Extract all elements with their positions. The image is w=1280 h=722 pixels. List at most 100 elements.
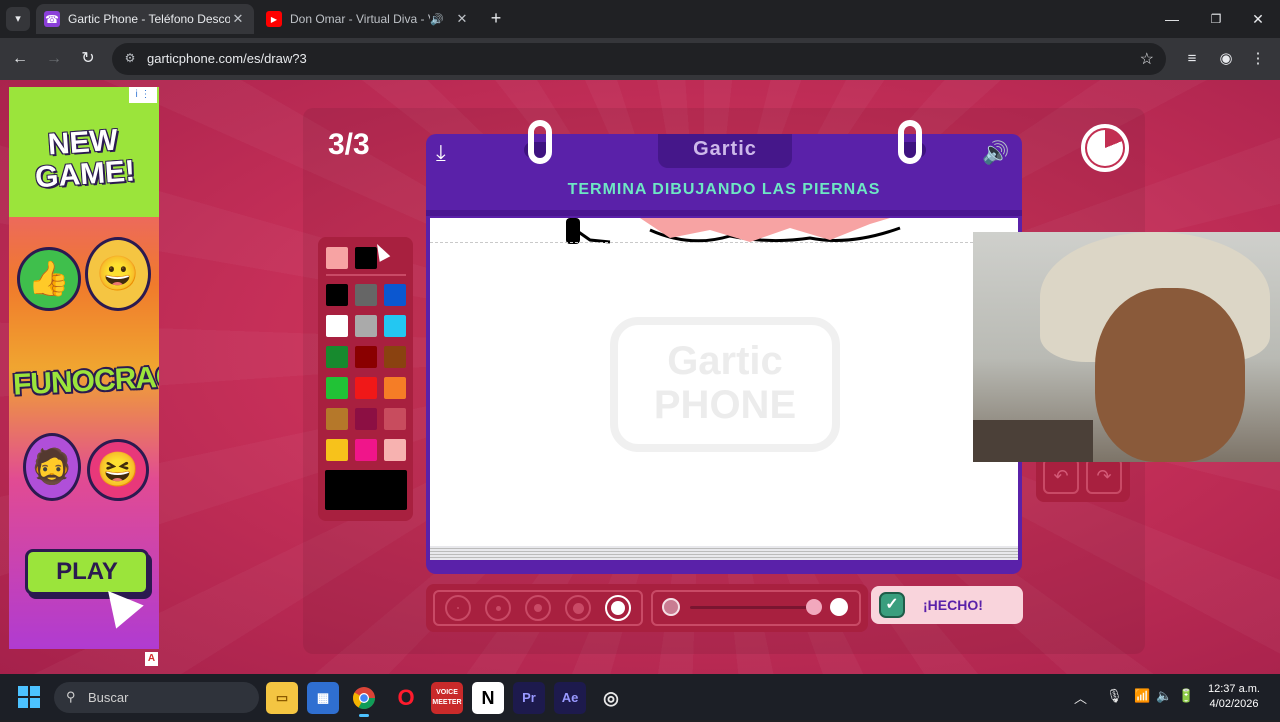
speaker-icon[interactable]: 🔊 <box>430 13 444 26</box>
thumbs-up-icon: 👍 <box>17 247 81 311</box>
opacity-slider-thumb[interactable] <box>805 599 822 615</box>
color-swatch[interactable] <box>326 346 348 368</box>
advertisement[interactable]: NEW GAME! 👍 😀 FUNOCRACY 🧔 😆 PLAY <box>9 87 159 649</box>
color-swatch[interactable] <box>326 408 348 430</box>
tab-search-button[interactable]: ▾ <box>6 7 30 31</box>
color-swatch[interactable] <box>355 315 377 337</box>
low-opacity-icon <box>662 598 680 616</box>
brush-size-dot-icon <box>495 605 501 611</box>
reload-button[interactable]: ↻ <box>76 47 100 71</box>
tab-gartic-phone[interactable]: ☎ Gartic Phone - Teléfono Descor ✕ <box>36 4 254 34</box>
clock-date: 4/02/2026 <box>1209 698 1259 710</box>
tab-title: Don Omar - Virtual Diva - V <box>290 12 431 26</box>
notion-icon[interactable]: N <box>472 682 504 714</box>
bookmark-star-icon[interactable]: ☆ <box>1140 49 1154 69</box>
opera-icon[interactable]: O <box>390 682 422 714</box>
close-window-button[interactable]: ✕ <box>1236 6 1280 32</box>
drawing-instruction: TERMINA DIBUJANDO LAS PIERNAS <box>567 181 881 198</box>
site-settings-icon[interactable]: ⚙ <box>122 51 138 67</box>
search-icon: ⚲ <box>66 689 76 704</box>
recent-color-swatch[interactable] <box>326 247 348 269</box>
brush-size-option[interactable] <box>485 595 511 621</box>
color-swatch[interactable] <box>384 408 406 430</box>
undo-icon[interactable]: ↶ <box>1043 458 1079 494</box>
done-button[interactable]: ✓ ¡HECHO! <box>871 586 1023 624</box>
ad-play-button[interactable]: PLAY <box>25 549 149 595</box>
taskbar-search[interactable]: ⚲ Buscar <box>54 682 259 713</box>
full-opacity-icon <box>830 598 848 616</box>
youtube-favicon-icon: ▶ <box>266 11 282 27</box>
forward-button[interactable]: → <box>42 47 66 71</box>
show-hidden-icons[interactable]: ︿ <box>1074 688 1087 707</box>
color-swatch[interactable] <box>355 346 377 368</box>
binder-ring-icon <box>898 120 922 164</box>
url-text: garticphone.com/es/draw?3 <box>147 51 307 66</box>
tab-youtube[interactable]: ▶ Don Omar - Virtual Diva - V 🔊 ✕ <box>258 4 478 34</box>
menu-icon[interactable]: ⋮ <box>1246 47 1270 71</box>
restore-button[interactable]: ❐ <box>1194 6 1238 32</box>
brush-size-option[interactable] <box>565 595 591 621</box>
back-button[interactable]: ← <box>8 47 32 71</box>
media-controls-icon[interactable]: ≡ <box>1180 47 1204 71</box>
obs-icon[interactable]: ◎ <box>595 682 627 714</box>
clock-time: 12:37 a.m. <box>1208 683 1260 695</box>
windows-taskbar: ⚲ Buscar ▭ ▦ O VOICE MEETER N Pr Ae ◎ ︿ … <box>0 674 1280 720</box>
current-color-preview <box>325 470 407 510</box>
close-tab-icon[interactable]: ✕ <box>230 11 246 27</box>
gartic-phone-watermark: Gartic PHONE <box>610 317 840 452</box>
redo-icon[interactable]: ↷ <box>1086 458 1122 494</box>
volume-icon[interactable]: 🔊 <box>982 140 1009 166</box>
windows-start-icon[interactable] <box>18 686 40 708</box>
webcam-background-shelf <box>973 420 1093 462</box>
color-swatch[interactable] <box>355 439 377 461</box>
color-swatch[interactable] <box>355 377 377 399</box>
profile-icon[interactable]: ◉ <box>1214 47 1238 71</box>
voicemeeter-icon[interactable]: VOICE MEETER <box>431 682 463 714</box>
brush-size-dot-icon <box>611 601 625 615</box>
brush-size-option[interactable] <box>445 595 471 621</box>
ad-headline: NEW GAME! <box>34 123 137 195</box>
color-swatch[interactable] <box>355 408 377 430</box>
battery-icon[interactable]: 🔋 <box>1178 688 1194 704</box>
wifi-icon[interactable]: 📶 <box>1134 688 1150 704</box>
ad-choices-icon[interactable]: i ⋮ <box>129 87 157 103</box>
bearded-character-icon: 🧔 <box>23 433 81 501</box>
done-label: ¡HECHO! <box>923 597 983 613</box>
character-face-icon: 😀 <box>85 237 151 311</box>
minimize-button[interactable]: — <box>1150 6 1194 32</box>
color-swatch[interactable] <box>355 284 377 306</box>
color-swatch[interactable] <box>326 315 348 337</box>
color-swatch[interactable] <box>326 439 348 461</box>
close-tab-icon[interactable]: ✕ <box>454 11 470 27</box>
color-swatch[interactable] <box>384 377 406 399</box>
color-swatch[interactable] <box>384 346 406 368</box>
volume-tray-icon[interactable]: 🔈 <box>1156 688 1172 704</box>
tab-strip: ▾ ☎ Gartic Phone - Teléfono Descor ✕ ▶ D… <box>0 0 1280 38</box>
color-swatch[interactable] <box>326 377 348 399</box>
address-bar[interactable]: ⚙ garticphone.com/es/draw?3 ☆ <box>112 43 1166 75</box>
after-effects-icon[interactable]: Ae <box>554 682 586 714</box>
store-icon[interactable]: ▦ <box>307 682 339 714</box>
chrome-icon[interactable] <box>348 682 380 717</box>
continuation-guide-line <box>430 242 1018 243</box>
color-swatch[interactable] <box>384 284 406 306</box>
new-tab-button[interactable]: + <box>486 9 506 29</box>
microphone-icon[interactable]: 🎙 <box>1106 688 1123 704</box>
color-swatch[interactable] <box>326 284 348 306</box>
color-swatch[interactable] <box>384 315 406 337</box>
ad-badge[interactable]: A <box>145 652 158 666</box>
phone-favicon-icon: ☎ <box>44 11 60 27</box>
opacity-slider[interactable] <box>690 606 820 609</box>
brush-size-dot-icon <box>457 607 459 609</box>
download-icon[interactable]: ⤓ <box>436 140 446 166</box>
laughing-face-icon: 😆 <box>87 439 149 501</box>
brush-size-option[interactable] <box>525 595 551 621</box>
premiere-icon[interactable]: Pr <box>513 682 545 714</box>
chrome-logo <box>353 687 375 709</box>
system-clock[interactable]: 12:37 a.m. 4/02/2026 <box>1206 682 1262 712</box>
brush-size-option[interactable] <box>605 595 631 621</box>
file-explorer-icon[interactable]: ▭ <box>266 682 298 714</box>
color-swatch[interactable] <box>384 439 406 461</box>
checkmark-icon: ✓ <box>879 592 905 618</box>
palette-divider <box>326 274 406 276</box>
